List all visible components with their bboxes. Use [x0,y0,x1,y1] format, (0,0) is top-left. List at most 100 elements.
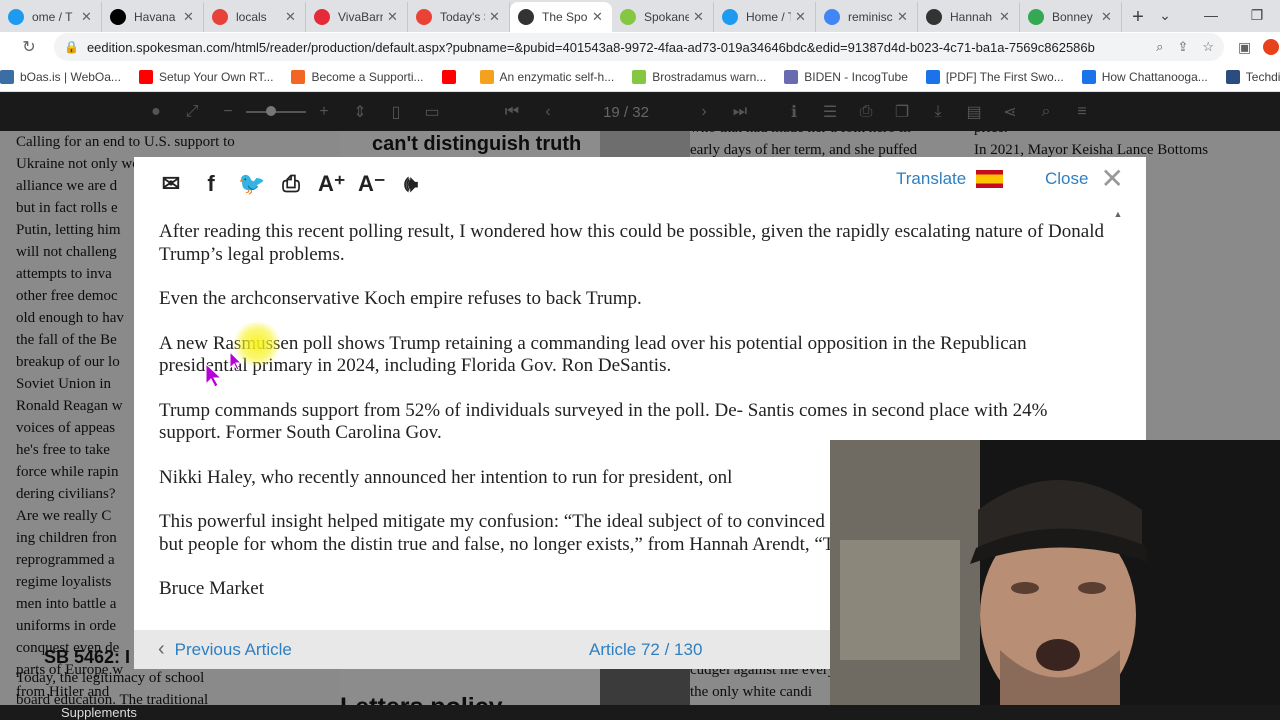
zoom-in-icon[interactable]: + [306,103,342,121]
browser-tab[interactable]: Hannah A ✕ [918,2,1020,32]
bookmark-item[interactable]: bOas.is | WebOa... [0,69,121,84]
close-icon[interactable]: ✕ [1100,165,1123,193]
tab-close-icon[interactable]: ✕ [592,9,604,25]
bookmark-item[interactable]: BIDEN - IncogTube [784,69,908,84]
account-icon[interactable]: ● [138,103,174,121]
tab-close-icon[interactable]: ✕ [387,9,399,25]
browser-tab[interactable]: Today's S ✕ [408,2,510,32]
tab-title[interactable]: The Spok [542,10,588,24]
browser-tab[interactable]: Home / T ✕ [714,2,816,32]
lock-icon[interactable]: 🔒 [64,40,79,54]
spain-flag-icon[interactable] [976,170,1004,188]
tab-title[interactable]: Havana S [134,10,179,24]
close-label[interactable]: Close [1045,169,1088,189]
menu-icon[interactable]: ≡ [1064,103,1100,121]
prev-page-icon[interactable]: ‹ [530,103,566,121]
info-icon[interactable]: ℹ [776,102,812,122]
bookmark-label[interactable]: How Chattanooga... [1102,70,1208,84]
previous-article-label[interactable]: Previous Article [175,640,292,660]
bookmark-label[interactable]: [PDF] The First Swo... [946,70,1064,84]
tab-close-icon[interactable]: ✕ [81,9,93,25]
tab-close-icon[interactable]: ✕ [1101,9,1113,25]
bookmark-item[interactable]: How Chattanooga... [1081,69,1208,84]
star-icon[interactable]: ☆ [1202,39,1214,55]
last-page-icon[interactable]: ⏭ [722,103,758,121]
fit-page-icon[interactable]: ⇕ [342,102,378,122]
browser-tab[interactable]: locals ✕ [204,2,306,32]
fit-icon[interactable]: ⤢ [174,103,210,121]
browser-tab[interactable]: Havana S ✕ [102,2,204,32]
bookmark-label[interactable]: Become a Supporti... [311,70,423,84]
search-icon[interactable]: ⌕ [1028,103,1064,121]
zoom-out-icon[interactable]: − [210,103,246,121]
archive-icon[interactable]: ▤ [956,102,992,122]
browser-tab[interactable]: Spokane ✕ [612,2,714,32]
browser-tab[interactable]: reminisc ✕ [816,2,918,32]
two-page-icon[interactable]: ▭ [414,102,450,122]
tab-close-icon[interactable]: ✕ [999,9,1011,25]
bookmark-label[interactable]: Setup Your Own RT... [159,70,274,84]
previous-article-button[interactable]: ‹ Previous Article [158,638,292,661]
tab-title[interactable]: Today's S [440,10,485,24]
translate-label[interactable]: Translate [896,169,966,189]
text-to-speech-icon[interactable]: 🕪 [398,171,424,197]
bookmark-item[interactable]: Setup Your Own RT... [138,69,274,84]
tab-title[interactable]: VivaBarne [338,10,383,24]
browser-tab[interactable]: The Spok ✕ [510,2,612,32]
download-icon[interactable]: ⤓ [920,103,956,121]
font-decrease-icon[interactable]: A⁻ [358,171,386,197]
tab-close-icon[interactable]: ✕ [795,9,807,25]
tab-title[interactable]: Bonney L [1052,10,1097,24]
browser-tab[interactable]: VivaBarne ✕ [306,2,408,32]
bookmark-item[interactable]: Brostradamus warn... [632,69,766,84]
chevron-left-icon[interactable]: ‹ [158,638,165,661]
zoom-icon[interactable]: ⌕ [1156,39,1163,55]
bookmark-item[interactable]: Techdirt. [1225,69,1280,84]
tab-title[interactable]: Home / T [746,10,791,24]
bookmark-item[interactable]: An enzymatic self-h... [479,69,615,84]
sidebar-icon[interactable]: ▣ [1238,39,1251,56]
print-icon[interactable]: ⎙ [848,103,884,121]
twitter-icon[interactable]: 🐦 [238,171,265,197]
tab-search-icon[interactable]: ⌄ [1142,0,1188,30]
first-page-icon[interactable]: ⏮ [494,103,530,121]
email-icon[interactable]: ✉ [158,171,184,197]
tab-title[interactable]: ome / T [32,10,77,24]
bookmark-label[interactable]: An enzymatic self-h... [500,70,615,84]
tab-close-icon[interactable]: ✕ [489,9,501,25]
tab-close-icon[interactable]: ✕ [285,9,297,25]
bookmark-label[interactable]: BIDEN - IncogTube [804,70,908,84]
minimize-button[interactable]: — [1188,0,1234,30]
maximize-button[interactable]: ❐ [1234,0,1280,30]
browser-tab[interactable]: ome / T ✕ [0,2,102,32]
reload-icon[interactable]: ↻ [14,37,44,57]
close-button[interactable]: Close ✕ [1045,165,1124,193]
bookmark-label[interactable]: bOas.is | WebOa... [20,70,121,84]
bookmark-item[interactable]: [PDF] The First Swo... [925,69,1064,84]
share-icon[interactable]: ⇪ [1177,39,1188,55]
profile-avatar[interactable] [1263,39,1280,55]
bookmark-label[interactable]: Techdirt. [1246,70,1280,84]
url-text[interactable]: eedition.spokesman.com/html5/reader/prod… [87,40,1156,55]
tab-title[interactable]: reminisc [848,10,893,24]
font-increase-icon[interactable]: A⁺ [318,171,346,197]
scroll-up-icon[interactable]: ▲ [1112,209,1124,219]
translate-button[interactable]: Translate [896,169,1004,189]
bookmark-label[interactable]: Brostradamus warn... [652,70,766,84]
bookmark-item[interactable] [441,69,462,84]
bookmark-item[interactable]: Become a Supporti... [291,69,424,84]
print-icon[interactable]: ⎙ [278,171,304,197]
supplements-tab[interactable]: Supplements [61,705,137,720]
zoom-slider[interactable] [246,106,306,116]
tab-close-icon[interactable]: ✕ [897,9,909,25]
address-bar[interactable]: 🔒 eedition.spokesman.com/html5/reader/pr… [54,33,1224,61]
tab-close-icon[interactable]: ✕ [183,9,195,25]
tab-close-icon[interactable]: ✕ [693,9,705,25]
tab-title[interactable]: locals [236,10,281,24]
next-page-icon[interactable]: › [686,103,722,121]
bookmark-icon[interactable]: ❐ [884,102,920,122]
share-icon[interactable]: ⋖ [992,102,1028,122]
tab-title[interactable]: Hannah A [950,10,995,24]
single-page-icon[interactable]: ▯ [378,102,414,122]
facebook-icon[interactable]: f [198,171,224,197]
